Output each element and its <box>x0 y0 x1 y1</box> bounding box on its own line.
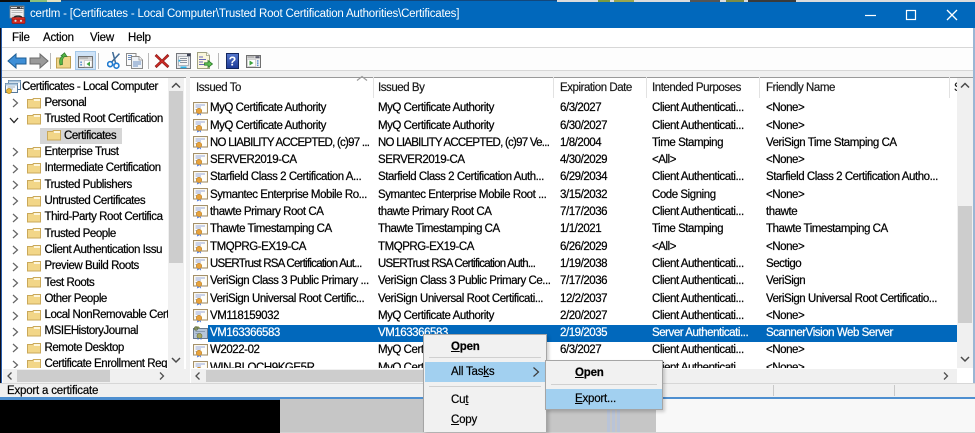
svg-text:?: ? <box>228 54 236 68</box>
